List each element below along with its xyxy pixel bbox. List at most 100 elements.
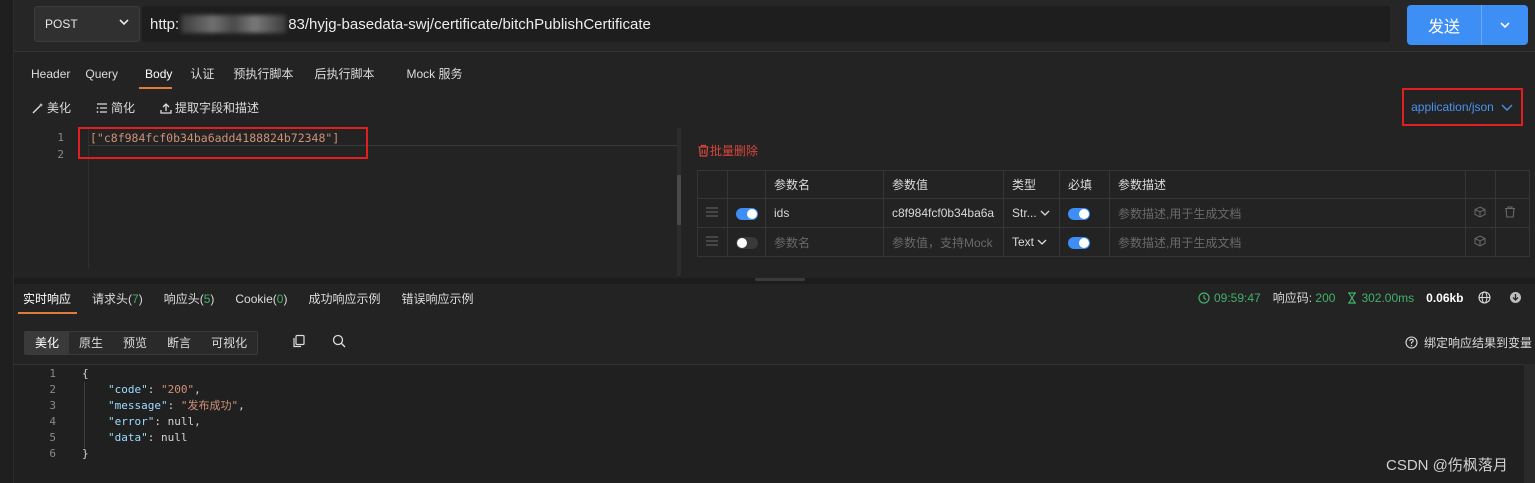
content-type-select[interactable]: application/json: [1402, 88, 1523, 126]
tab-mock[interactable]: Mock 服务: [390, 62, 475, 88]
tab-pre-script[interactable]: 预执行脚本: [223, 62, 302, 88]
tab-body[interactable]: Body: [131, 62, 180, 89]
json-key: "code": [108, 383, 148, 396]
list-icon: [96, 102, 108, 113]
simplify-button[interactable]: 简化: [96, 99, 135, 116]
json-value: "发布成功": [180, 399, 239, 412]
param-desc-placeholder[interactable]: 参数描述,用于生成文档: [1109, 227, 1466, 257]
splitter-grip[interactable]: [755, 278, 805, 281]
delete-row-cell[interactable]: [1495, 198, 1530, 228]
chevron-down-icon: [1037, 239, 1047, 245]
response-duration-value: 302.00ms: [1361, 290, 1415, 305]
line-number: 1: [49, 367, 56, 380]
param-name-placeholder[interactable]: 参数名: [765, 227, 884, 257]
bind-to-variable-button[interactable]: 绑定响应结果到变量: [1405, 334, 1532, 351]
param-value-placeholder[interactable]: 参数值，支持Mock: [883, 227, 1004, 257]
param-value-cell[interactable]: c8f984fcf0b34ba6a: [883, 198, 1004, 228]
param-type-select[interactable]: Str...: [1003, 198, 1060, 228]
url-input[interactable]: http: 83/hyjg-basedata-swj/certificate/bi…: [142, 6, 1390, 42]
tab-error-example[interactable]: 错误响应示例: [392, 286, 485, 312]
response-meta: 09:59:47 响应码: 200 302.00ms 0.06kb: [1198, 289, 1534, 306]
row-enable-toggle[interactable]: [727, 198, 766, 228]
view-preview[interactable]: 预览: [113, 332, 157, 354]
col-type: 类型: [1003, 170, 1060, 199]
download-button[interactable]: [1509, 291, 1522, 304]
response-json[interactable]: { "code": "200", "message": "发布成功", "err…: [82, 366, 245, 462]
tab-response-headers[interactable]: 响应头(5): [155, 286, 227, 312]
extract-fields-button[interactable]: 提取字段和描述: [160, 99, 259, 116]
toggle-on[interactable]: [736, 207, 758, 220]
response-actions: [292, 334, 346, 348]
mock-cell[interactable]: [1465, 198, 1496, 228]
tab-header[interactable]: Header: [18, 62, 83, 88]
globe-button[interactable]: [1477, 291, 1491, 304]
tab-cookie[interactable]: Cookie(0): [226, 286, 299, 312]
row-enable-toggle[interactable]: [727, 227, 766, 257]
drag-handle-icon: [706, 207, 718, 217]
tab-label-close: ): [210, 292, 215, 306]
beautify-button[interactable]: 美化: [32, 99, 71, 116]
drag-handle[interactable]: [697, 227, 728, 257]
beautify-label: 美化: [47, 101, 72, 115]
drag-handle[interactable]: [697, 198, 728, 228]
view-beautify[interactable]: 美化: [25, 332, 70, 354]
tab-auth[interactable]: 认证: [180, 62, 223, 88]
count-badge: 7: [132, 292, 139, 306]
required-toggle-cell[interactable]: [1059, 227, 1110, 257]
search-icon[interactable]: [332, 334, 346, 348]
required-toggle[interactable]: [1068, 207, 1090, 220]
param-type-select[interactable]: Text: [1003, 227, 1060, 257]
view-assert[interactable]: 断言: [157, 332, 201, 354]
tab-success-example[interactable]: 成功响应示例: [299, 286, 392, 312]
response-code: 响应码: 200: [1273, 289, 1336, 306]
toggle-off[interactable]: [736, 236, 758, 249]
highlight-box: [78, 127, 368, 159]
param-type-value: Text: [1012, 235, 1035, 249]
response-size-value: 0.06kb: [1426, 290, 1464, 305]
magic-wand-icon: [32, 102, 43, 113]
param-type-value: Str...: [1012, 206, 1037, 220]
copy-icon[interactable]: [292, 334, 306, 348]
send-button[interactable]: 发送: [1407, 5, 1482, 45]
chevron-down-icon: [119, 19, 129, 26]
method-label: POST: [45, 17, 78, 31]
tab-post-script[interactable]: 后执行脚本: [302, 62, 390, 88]
simplify-label: 简化: [111, 101, 136, 115]
json-key: "data": [108, 431, 148, 444]
code-line: {: [82, 367, 89, 380]
response-scrollbar[interactable]: [1524, 364, 1535, 483]
json-comma: ,: [194, 415, 201, 428]
response-view-tabs: 美化 原生 预览 断言 可视化: [24, 331, 259, 355]
tab-request-headers[interactable]: 请求头(7): [83, 286, 155, 312]
action-col-header: [1495, 170, 1530, 199]
param-desc-cell[interactable]: 参数描述,用于生成文档: [1109, 198, 1466, 228]
json-key: "message": [108, 399, 168, 412]
scrollbar-thumb[interactable]: [677, 175, 681, 225]
method-select[interactable]: POST: [34, 6, 140, 42]
response-tabs: 实时响应 请求头(7) 响应头(5) Cookie(0) 成功响应示例 错误响应…: [14, 286, 485, 314]
send-button-group: 发送: [1407, 5, 1528, 45]
required-toggle[interactable]: [1068, 236, 1090, 249]
col-param-value: 参数值: [883, 170, 1004, 199]
code-line: "message": "发布成功",: [108, 399, 245, 412]
response-size: 0.06kb: [1426, 291, 1463, 305]
tab-realtime-response[interactable]: 实时响应: [14, 286, 83, 314]
tab-label: 成功响应示例: [308, 292, 381, 306]
url-prefix: http:: [150, 15, 180, 33]
batch-delete-button[interactable]: 批量删除: [697, 142, 758, 159]
mock-cell[interactable]: [1465, 227, 1496, 257]
json-value: null: [167, 415, 195, 428]
view-raw[interactable]: 原生: [69, 332, 113, 354]
send-options-button[interactable]: [1482, 5, 1528, 45]
response-line-numbers: 1 2 3 4 5 6: [0, 366, 56, 462]
response-code-value: 200: [1315, 290, 1336, 305]
param-name-cell[interactable]: ids: [765, 198, 884, 228]
tab-query[interactable]: Query: [83, 62, 131, 88]
empty-cell: [1495, 227, 1530, 257]
required-toggle-cell[interactable]: [1059, 198, 1110, 228]
tab-label-close: ): [138, 292, 143, 306]
batch-delete-label: 批量删除: [710, 144, 759, 158]
view-visualize[interactable]: 可视化: [201, 332, 257, 354]
params-header-row: 参数名 参数值 类型 必填 参数描述: [697, 170, 1530, 199]
body-toolbar: 美化 简化 提取字段和描述: [32, 99, 284, 116]
